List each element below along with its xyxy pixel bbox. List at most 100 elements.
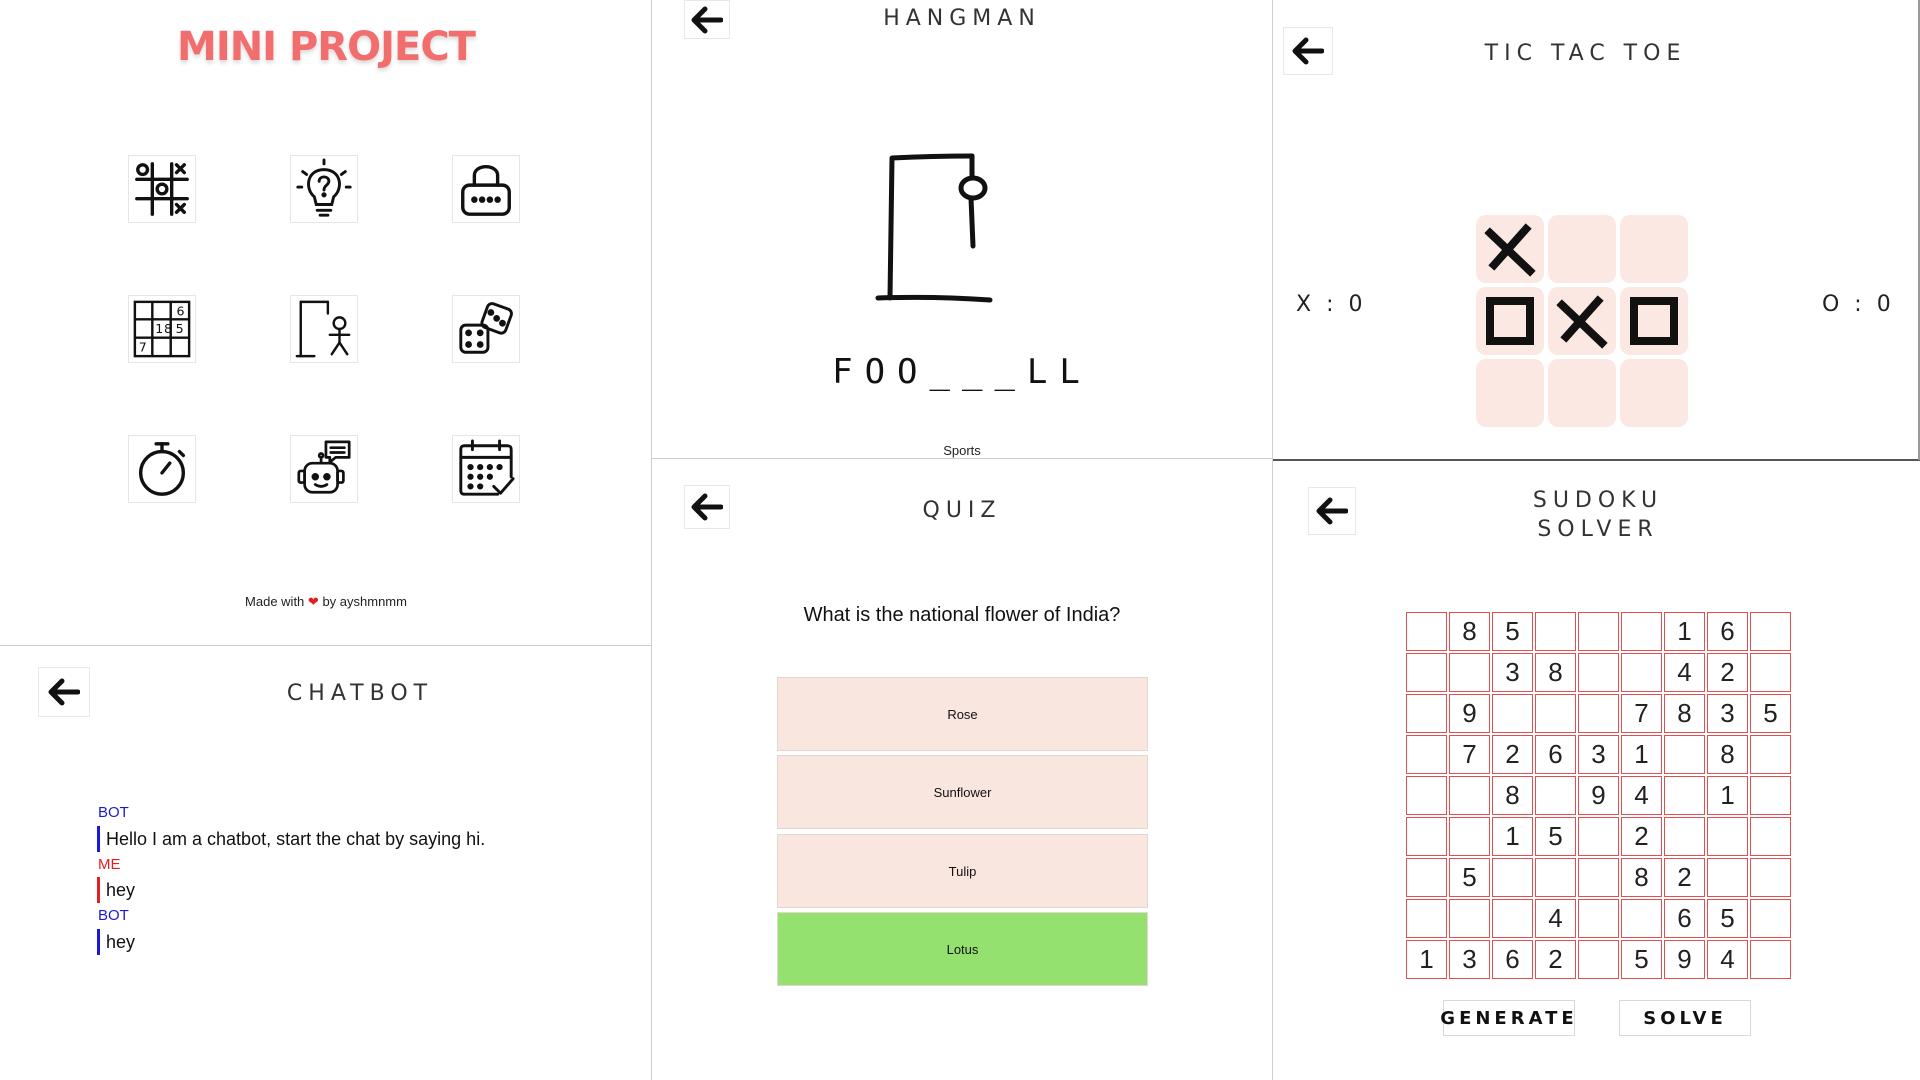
sudoku-cell[interactable]: [1621, 653, 1662, 692]
sudoku-cell[interactable]: 9: [1578, 776, 1619, 815]
sudoku-cell[interactable]: [1621, 899, 1662, 938]
sudoku-cell[interactable]: [1664, 735, 1705, 774]
sudoku-cell[interactable]: [1750, 653, 1791, 692]
sudoku-cell[interactable]: [1406, 653, 1447, 692]
app-dice[interactable]: [452, 295, 520, 363]
sudoku-cell[interactable]: [1750, 899, 1791, 938]
sudoku-cell[interactable]: 8: [1707, 735, 1748, 774]
ttt-cell[interactable]: [1620, 215, 1688, 283]
sudoku-cell[interactable]: 3: [1492, 653, 1533, 692]
sudoku-cell[interactable]: 1: [1664, 612, 1705, 651]
sudoku-cell[interactable]: 6: [1535, 735, 1576, 774]
ttt-cell[interactable]: [1620, 287, 1688, 355]
sudoku-cell[interactable]: 8: [1664, 694, 1705, 733]
sudoku-cell[interactable]: [1406, 899, 1447, 938]
sudoku-cell[interactable]: 1: [1492, 817, 1533, 856]
sudoku-cell[interactable]: [1406, 735, 1447, 774]
sudoku-cell[interactable]: [1406, 612, 1447, 651]
sudoku-cell[interactable]: [1535, 858, 1576, 897]
sudoku-cell[interactable]: 9: [1449, 694, 1490, 733]
sudoku-cell[interactable]: [1449, 653, 1490, 692]
sudoku-cell[interactable]: 5: [1535, 817, 1576, 856]
ttt-cell[interactable]: [1476, 287, 1544, 355]
sudoku-cell[interactable]: 3: [1578, 735, 1619, 774]
sudoku-cell[interactable]: [1664, 817, 1705, 856]
sudoku-cell[interactable]: [1750, 612, 1791, 651]
sudoku-cell[interactable]: [1578, 858, 1619, 897]
sudoku-cell[interactable]: 5: [1750, 694, 1791, 733]
sudoku-cell[interactable]: 7: [1621, 694, 1662, 733]
sudoku-cell[interactable]: 1: [1621, 735, 1662, 774]
ttt-cell[interactable]: [1548, 215, 1616, 283]
app-lightbulb[interactable]: [290, 155, 358, 223]
sudoku-cell[interactable]: 6: [1664, 899, 1705, 938]
sudoku-cell[interactable]: 6: [1492, 940, 1533, 979]
sudoku-cell[interactable]: 4: [1621, 776, 1662, 815]
sudoku-cell[interactable]: [1492, 899, 1533, 938]
ttt-cell[interactable]: [1476, 215, 1544, 283]
sudoku-cell[interactable]: 4: [1707, 940, 1748, 979]
sudoku-cell[interactable]: 5: [1492, 612, 1533, 651]
sudoku-cell[interactable]: [1492, 858, 1533, 897]
ttt-cell[interactable]: [1548, 287, 1616, 355]
sudoku-cell[interactable]: [1578, 612, 1619, 651]
quiz-option-tulip[interactable]: Tulip: [777, 834, 1148, 908]
sudoku-cell[interactable]: [1449, 899, 1490, 938]
sudoku-cell[interactable]: 4: [1535, 899, 1576, 938]
sudoku-cell[interactable]: [1621, 612, 1662, 651]
sudoku-cell[interactable]: [1406, 694, 1447, 733]
sudoku-cell[interactable]: [1578, 653, 1619, 692]
sudoku-cell[interactable]: [1750, 858, 1791, 897]
sudoku-cell[interactable]: 7: [1449, 735, 1490, 774]
sudoku-cell[interactable]: [1406, 858, 1447, 897]
ttt-cell[interactable]: [1476, 359, 1544, 427]
sudoku-cell[interactable]: 8: [1449, 612, 1490, 651]
sudoku-cell[interactable]: [1578, 694, 1619, 733]
sudoku-cell[interactable]: [1492, 694, 1533, 733]
sudoku-cell[interactable]: [1750, 940, 1791, 979]
ttt-cell[interactable]: [1620, 359, 1688, 427]
sudoku-cell[interactable]: [1707, 817, 1748, 856]
app-chatbot[interactable]: [290, 435, 358, 503]
app-tic-tac-toe[interactable]: [128, 155, 196, 223]
sudoku-cell[interactable]: 5: [1449, 858, 1490, 897]
sudoku-cell[interactable]: 4: [1664, 653, 1705, 692]
sudoku-cell[interactable]: 1: [1406, 940, 1447, 979]
sudoku-cell[interactable]: 3: [1707, 694, 1748, 733]
sudoku-cell[interactable]: 5: [1707, 899, 1748, 938]
quiz-option-rose[interactable]: Rose: [777, 677, 1148, 751]
solve-button[interactable]: SOLVE: [1619, 1000, 1751, 1036]
generate-button[interactable]: GENERATE: [1440, 1000, 1575, 1036]
sudoku-cell[interactable]: [1535, 612, 1576, 651]
quiz-option-lotus[interactable]: Lotus: [777, 912, 1148, 986]
sudoku-cell[interactable]: 8: [1492, 776, 1533, 815]
app-calendar[interactable]: [452, 435, 520, 503]
app-hangman[interactable]: [290, 295, 358, 363]
sudoku-cell[interactable]: 2: [1621, 817, 1662, 856]
sudoku-cell[interactable]: 1: [1707, 776, 1748, 815]
sudoku-cell[interactable]: 2: [1664, 858, 1705, 897]
sudoku-cell[interactable]: 2: [1535, 940, 1576, 979]
sudoku-cell[interactable]: 9: [1664, 940, 1705, 979]
sudoku-cell[interactable]: [1449, 817, 1490, 856]
ttt-cell[interactable]: [1548, 359, 1616, 427]
sudoku-cell[interactable]: [1707, 858, 1748, 897]
sudoku-cell[interactable]: [1535, 694, 1576, 733]
sudoku-cell[interactable]: 6: [1707, 612, 1748, 651]
sudoku-cell[interactable]: [1750, 817, 1791, 856]
sudoku-cell[interactable]: [1750, 776, 1791, 815]
sudoku-cell[interactable]: [1578, 940, 1619, 979]
sudoku-cell[interactable]: 5: [1621, 940, 1662, 979]
sudoku-cell[interactable]: [1449, 776, 1490, 815]
sudoku-cell[interactable]: [1664, 776, 1705, 815]
sudoku-cell[interactable]: [1406, 817, 1447, 856]
sudoku-cell[interactable]: [1750, 735, 1791, 774]
sudoku-cell[interactable]: 8: [1535, 653, 1576, 692]
sudoku-cell[interactable]: 3: [1449, 940, 1490, 979]
sudoku-cell[interactable]: [1535, 776, 1576, 815]
sudoku-cell[interactable]: [1578, 817, 1619, 856]
app-stopwatch[interactable]: [128, 435, 196, 503]
sudoku-cell[interactable]: [1578, 899, 1619, 938]
sudoku-cell[interactable]: 2: [1492, 735, 1533, 774]
app-password[interactable]: [452, 155, 520, 223]
